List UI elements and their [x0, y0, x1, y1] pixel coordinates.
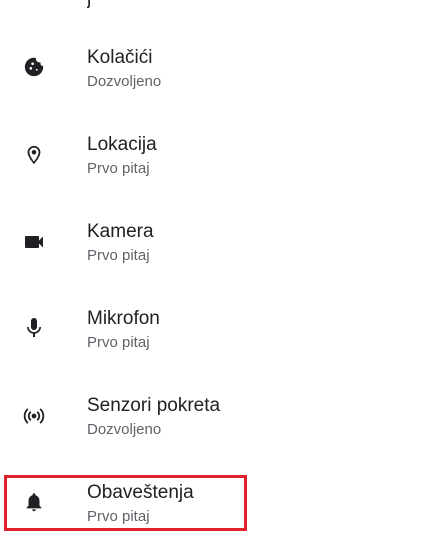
permission-status: Prvo pitaj — [87, 247, 150, 264]
permission-item-location[interactable]: Lokacija Prvo pitaj — [0, 134, 432, 194]
permission-status: Dozvoljeno — [87, 73, 162, 90]
cutoff-item-title: j — [87, 0, 91, 12]
permission-title: Kamera — [87, 221, 154, 242]
camera-icon — [22, 230, 46, 254]
permission-title: Senzori pokreta — [87, 395, 221, 416]
permission-status: Dozvoljeno — [87, 421, 162, 438]
permission-item-camera[interactable]: Kamera Prvo pitaj — [0, 221, 432, 281]
permission-item-microphone[interactable]: Mikrofon Prvo pitaj — [0, 308, 432, 368]
permission-title: Mikrofon — [87, 308, 160, 329]
permission-status: Prvo pitaj — [87, 160, 150, 177]
highlight-box — [4, 475, 247, 531]
cookie-icon — [22, 55, 46, 79]
permission-title: Kolačići — [87, 47, 153, 68]
permission-item-cookies[interactable]: Kolačići Dozvoljeno — [0, 47, 432, 107]
permission-status: Prvo pitaj — [87, 334, 150, 351]
motion-sensors-icon — [22, 404, 46, 428]
permission-item-motion-sensors[interactable]: Senzori pokreta Dozvoljeno — [0, 395, 432, 455]
microphone-icon — [22, 316, 46, 340]
permission-title: Lokacija — [87, 134, 157, 155]
location-pin-icon — [22, 143, 46, 167]
